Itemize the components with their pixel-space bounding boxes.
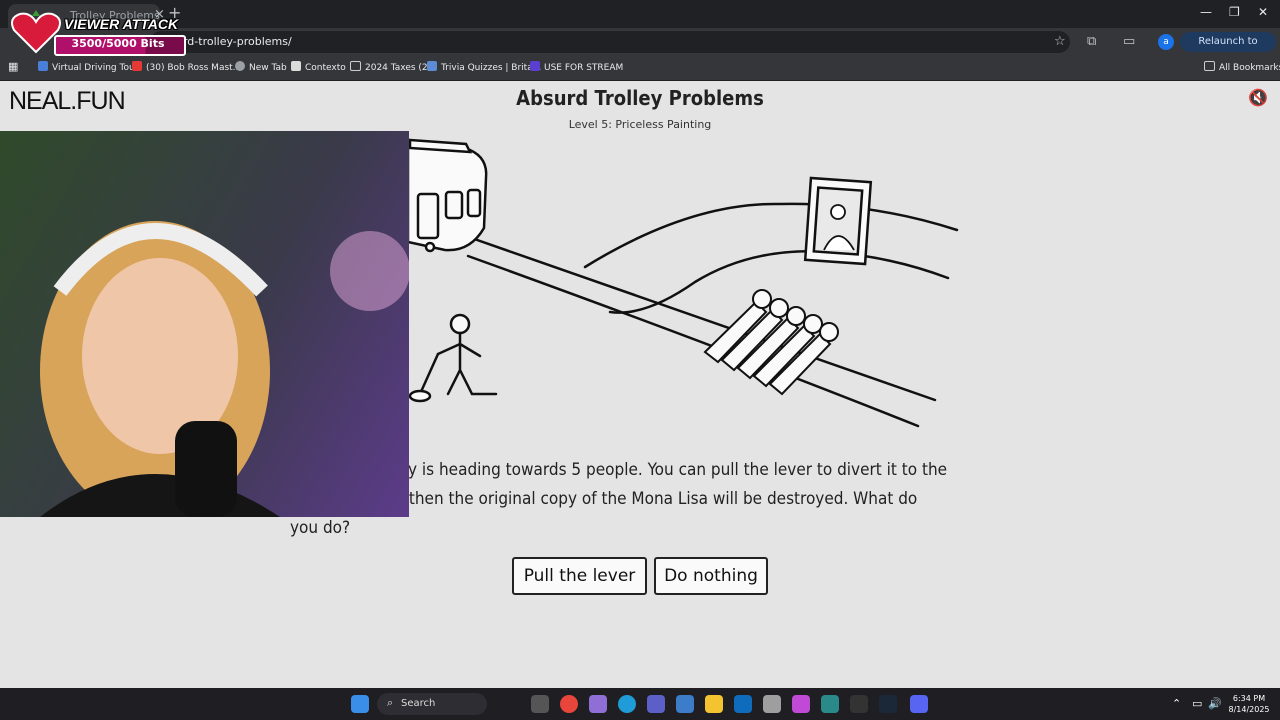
mute-icon[interactable]: 🔇 bbox=[1248, 88, 1268, 107]
browser-tab-strip: Trolley Problems × + — ❐ ✕ bbox=[0, 0, 1280, 28]
do-nothing-button[interactable]: Do nothing bbox=[654, 557, 768, 595]
stream-icon bbox=[530, 61, 540, 71]
bookmark-label: Trivia Quizzes | Brita... bbox=[441, 63, 542, 73]
bookmark-label: (30) Bob Ross Mast... bbox=[146, 63, 242, 73]
bookmark-star-icon[interactable]: ☆ bbox=[1054, 34, 1066, 49]
discord-icon[interactable] bbox=[910, 695, 928, 713]
question-line-3: you do? bbox=[290, 518, 351, 538]
bookmark-label: Contexto bbox=[305, 63, 346, 73]
start-icon[interactable] bbox=[351, 695, 369, 713]
minimize-icon[interactable]: — bbox=[1200, 5, 1212, 19]
pull-lever-button[interactable]: Pull the lever bbox=[512, 557, 647, 595]
office-icon[interactable] bbox=[792, 695, 810, 713]
trolley bbox=[406, 138, 488, 253]
trolley-illustration bbox=[406, 138, 959, 428]
bookmark-label: Virtual Driving Tour bbox=[52, 63, 139, 73]
window-close-icon[interactable]: ✕ bbox=[1258, 5, 1268, 19]
bookmark-folder-taxes[interactable]: 2024 Taxes (2) bbox=[350, 61, 431, 73]
five-people bbox=[703, 289, 839, 396]
bookmark-use-for-stream[interactable]: USE FOR STREAM bbox=[530, 61, 623, 73]
photos-icon[interactable] bbox=[676, 695, 694, 713]
relaunch-button[interactable]: Relaunch to update⋮ bbox=[1180, 32, 1276, 67]
browser-toolbar: urd-trolley-problems/ ☆ ⧉ ▭ a Relaunch t… bbox=[0, 28, 1280, 67]
restore-icon[interactable]: ❐ bbox=[1229, 5, 1240, 19]
all-bookmarks-label: All Bookmarks bbox=[1219, 63, 1280, 73]
cast-icon[interactable]: ▭ bbox=[1123, 34, 1135, 49]
webcam-feed bbox=[0, 131, 409, 517]
url-text: urd-trolley-problems/ bbox=[176, 35, 292, 48]
file-explorer-icon[interactable] bbox=[705, 695, 723, 713]
bookmark-contexto[interactable]: Contexto bbox=[291, 61, 346, 73]
extensions-icon[interactable]: ⧉ bbox=[1087, 34, 1096, 49]
streamer-silhouette bbox=[40, 221, 409, 517]
profile-avatar[interactable]: a bbox=[1158, 34, 1174, 50]
folder-icon bbox=[1204, 61, 1215, 71]
search-label: Search bbox=[401, 698, 436, 709]
level-subtitle: Level 5: Priceless Painting bbox=[568, 118, 712, 131]
system-clock[interactable]: 6:34 PM 8/14/2025 bbox=[1224, 693, 1274, 715]
page-title: Absurd Trolley Problems bbox=[516, 86, 764, 110]
bookmark-new-tab[interactable]: New Tab bbox=[235, 61, 287, 73]
copilot-icon[interactable] bbox=[589, 695, 607, 713]
bookmarks-bar: ▦ Virtual Driving Tour (30) Bob Ross Mas… bbox=[0, 56, 1280, 81]
search-icon: ⌕ bbox=[387, 696, 394, 709]
edge-icon[interactable] bbox=[618, 695, 636, 713]
trivia-icon bbox=[427, 61, 437, 71]
task-view-icon[interactable] bbox=[531, 695, 549, 713]
globe-icon bbox=[38, 61, 48, 71]
store-icon[interactable] bbox=[763, 695, 781, 713]
volume-icon[interactable]: 🔊 bbox=[1208, 697, 1222, 710]
outlook-icon[interactable] bbox=[734, 695, 752, 713]
bookmark-trivia[interactable]: Trivia Quizzes | Brita... bbox=[427, 61, 541, 73]
apps-grid-icon[interactable]: ▦ bbox=[8, 60, 18, 73]
bookmark-label: New Tab bbox=[249, 63, 287, 73]
bookmark-bob-ross[interactable]: (30) Bob Ross Mast... bbox=[132, 61, 241, 73]
bookmark-virtual-driving-tour[interactable]: Virtual Driving Tour bbox=[38, 61, 138, 73]
viewer-attack-title: VIEWER ATTACK bbox=[64, 16, 179, 32]
chrome-icon[interactable] bbox=[560, 695, 578, 713]
lever-person bbox=[408, 313, 498, 403]
clock-date: 8/14/2025 bbox=[1228, 705, 1270, 714]
bits-progress-label: 3500/5000 Bits bbox=[71, 37, 165, 50]
capcut-icon[interactable] bbox=[850, 695, 868, 713]
mona-lisa-painting bbox=[803, 176, 873, 266]
app-icon[interactable] bbox=[821, 695, 839, 713]
main-track-lower-rail bbox=[466, 254, 920, 428]
address-bar[interactable]: urd-trolley-problems/ bbox=[150, 31, 1070, 53]
teams-icon[interactable] bbox=[647, 695, 665, 713]
bookmark-label: 2024 Taxes (2) bbox=[365, 63, 432, 73]
site-logo[interactable]: NEAL.FUN bbox=[9, 87, 126, 116]
display-icon[interactable]: ▭ bbox=[1192, 697, 1202, 710]
bookmark-label: USE FOR STREAM bbox=[544, 63, 624, 73]
tray-chevron-icon[interactable]: ⌃ bbox=[1172, 697, 1181, 710]
contexto-icon bbox=[291, 61, 301, 71]
youtube-icon bbox=[132, 61, 142, 71]
clock-time: 6:34 PM bbox=[1232, 694, 1266, 703]
viewer-attack-widget: VIEWER ATTACK 3500/5000 Bits bbox=[0, 4, 186, 56]
steam-icon[interactable] bbox=[879, 695, 897, 713]
globe-icon bbox=[235, 61, 245, 71]
side-track-upper-rail bbox=[583, 202, 959, 269]
folder-icon bbox=[350, 61, 361, 71]
windows-taskbar: ⌕ Search bbox=[0, 688, 1280, 720]
all-bookmarks[interactable]: All Bookmarks bbox=[1204, 61, 1280, 73]
